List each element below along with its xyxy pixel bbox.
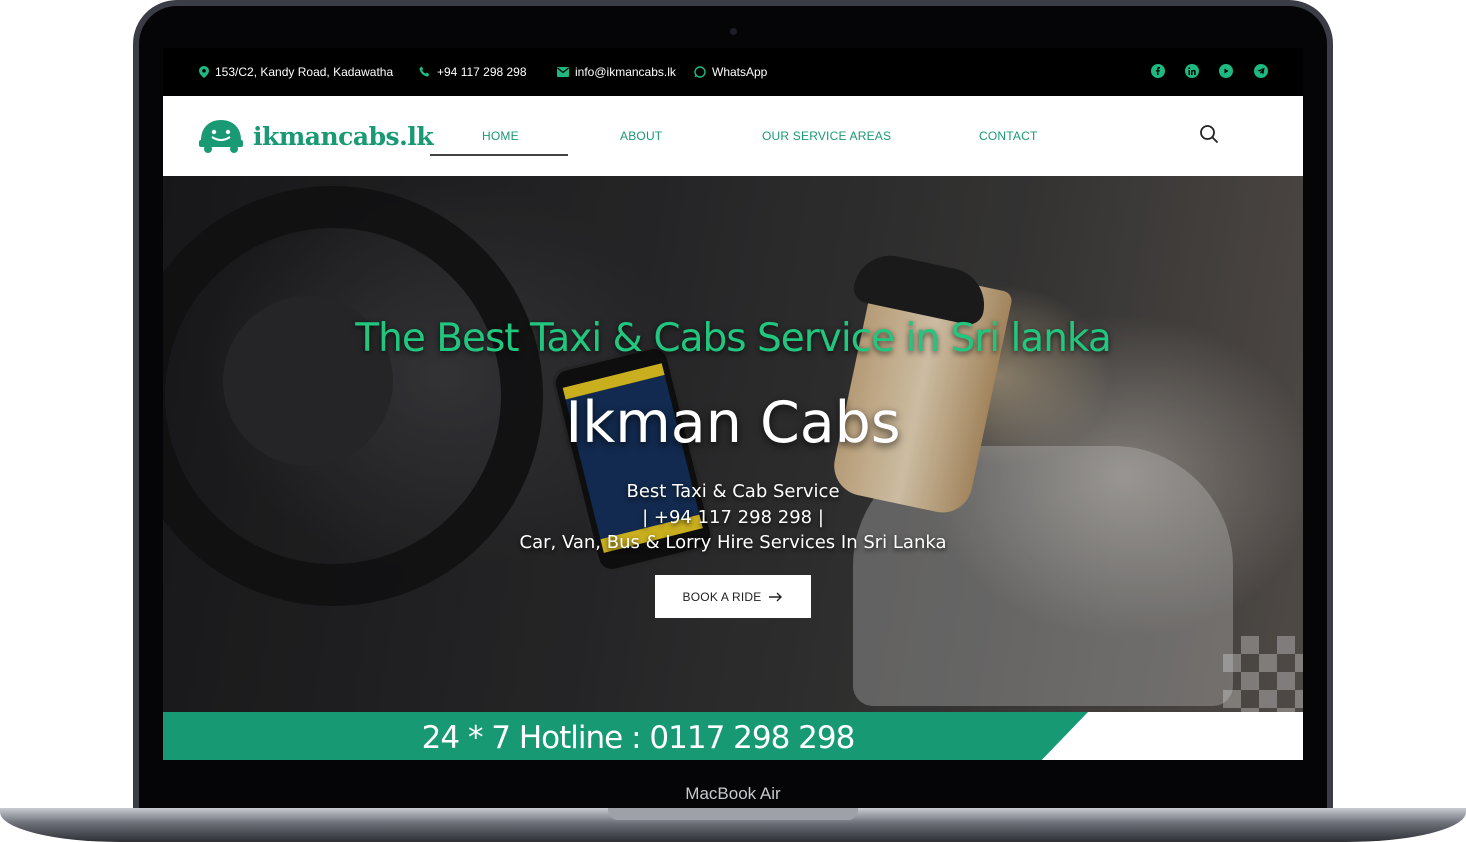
site-logo[interactable]: ikmancabs.lk bbox=[197, 118, 434, 154]
map-pin-icon bbox=[199, 66, 209, 78]
hero-subtitle-3: Car, Van, Bus & Lorry Hire Services In S… bbox=[519, 532, 947, 553]
hero-subtitle-1: Best Taxi & Cab Service bbox=[626, 481, 840, 502]
nav-about[interactable]: ABOUT bbox=[620, 129, 662, 143]
facebook-icon[interactable] bbox=[1151, 64, 1165, 78]
arrow-right-icon bbox=[769, 592, 783, 601]
youtube-icon[interactable] bbox=[1219, 64, 1233, 78]
brand-name: ikmancabs.lk bbox=[253, 121, 434, 151]
phone-text: +94 117 298 298 bbox=[437, 65, 527, 79]
linkedin-icon[interactable] bbox=[1185, 64, 1199, 78]
hero-title: Ikman Cabs bbox=[565, 390, 901, 456]
hotline-strip: 24 * 7 Hotline : 0117 298 298 bbox=[163, 712, 1303, 760]
hotline-text[interactable]: 24 * 7 Hotline : 0117 298 298 bbox=[163, 720, 1113, 756]
envelope-icon bbox=[557, 67, 569, 77]
book-a-ride-button[interactable]: BOOK A RIDE bbox=[655, 575, 811, 618]
device-label: MacBook Air bbox=[685, 784, 781, 803]
address-info: 153/C2, Kandy Road, Kadawatha bbox=[199, 65, 393, 79]
main-navbar: ikmancabs.lk HOME ABOUT OUR SERVICE AREA… bbox=[163, 96, 1303, 176]
nav-service-areas[interactable]: OUR SERVICE AREAS bbox=[762, 129, 891, 143]
hero-subtitle-2: | +94 117 298 298 | bbox=[642, 507, 824, 528]
telegram-icon[interactable] bbox=[1254, 64, 1268, 78]
car-face-logo-icon bbox=[199, 120, 243, 153]
laptop-notch bbox=[608, 808, 858, 820]
address-text: 153/C2, Kandy Road, Kadawatha bbox=[215, 65, 394, 79]
phone-info[interactable]: +94 117 298 298 bbox=[419, 65, 527, 79]
nav-active-indicator bbox=[430, 154, 568, 156]
whatsapp-link[interactable]: WhatsApp bbox=[694, 65, 767, 79]
hero-banner: The Best Taxi & Cabs Service in Sri lank… bbox=[163, 176, 1303, 712]
search-icon[interactable] bbox=[1199, 124, 1219, 149]
top-info-bar: 153/C2, Kandy Road, Kadawatha +94 117 29… bbox=[163, 48, 1303, 96]
nav-home[interactable]: HOME bbox=[482, 129, 519, 143]
whatsapp-text: WhatsApp bbox=[712, 65, 768, 79]
email-text: info@ikmancabs.lk bbox=[575, 65, 676, 79]
website-screen: 153/C2, Kandy Road, Kadawatha +94 117 29… bbox=[163, 48, 1303, 760]
nav-contact[interactable]: CONTACT bbox=[979, 129, 1038, 143]
email-info[interactable]: info@ikmancabs.lk bbox=[557, 65, 676, 79]
phone-icon bbox=[419, 66, 430, 77]
book-a-ride-label: BOOK A RIDE bbox=[682, 589, 762, 604]
whatsapp-icon bbox=[694, 66, 706, 78]
hero-tagline: The Best Taxi & Cabs Service in Sri lank… bbox=[355, 316, 1111, 361]
camera-icon bbox=[730, 28, 737, 35]
